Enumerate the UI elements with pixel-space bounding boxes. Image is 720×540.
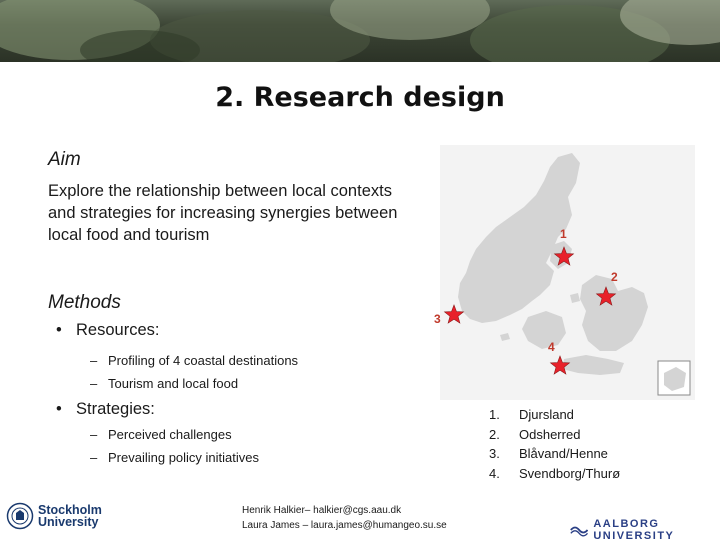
stockholm-university-logo: Stockholm University <box>6 502 102 530</box>
legend-name: Djursland <box>519 407 574 422</box>
denmark-map <box>440 145 695 400</box>
sub-item: – Profiling of 4 coastal destinations <box>90 353 298 368</box>
sub-item-text: Profiling of 4 coastal destinations <box>108 353 299 368</box>
aim-text: Explore the relationship between local c… <box>48 182 398 244</box>
methods-heading: Methods <box>48 292 121 313</box>
sub-item-text: Prevailing policy initiatives <box>108 450 260 465</box>
sub-item: – Tourism and local food <box>90 376 238 391</box>
contact-line-james: Laura James – laura.james@humangeo.su.se <box>242 520 447 531</box>
legend-item: 3. Blåvand/Henne <box>489 444 620 464</box>
dash-marker: – <box>90 427 98 442</box>
legend-item: 2. Odsherred <box>489 425 620 445</box>
legend-item: 1. Djursland <box>489 405 620 425</box>
bullet-dot: • <box>56 321 62 339</box>
sub-item-text: Tourism and local food <box>108 376 239 391</box>
legend-number: 1. <box>489 407 500 422</box>
aau-wave-icon <box>570 526 589 537</box>
aim-heading: Aim <box>48 149 81 170</box>
marker-label-1: 1 <box>560 227 567 241</box>
aau-logo-text: AALBORG UNIVERSITY <box>593 518 675 540</box>
dash-marker: – <box>90 450 98 465</box>
dash-marker: – <box>90 376 98 391</box>
bullet-label: Resources: <box>76 321 160 339</box>
legend-name: Blåvand/Henne <box>519 446 608 461</box>
legend-item: 4. Svendborg/Thurø <box>489 464 620 484</box>
slide-title: 2. Research design <box>215 82 505 113</box>
contact-footer: Henrik Halkier– halkier@cgs.aau.dk Laura… <box>242 503 447 533</box>
aalborg-university-logo: AALBORG UNIVERSITY <box>570 518 720 540</box>
legend-number: 3. <box>489 446 500 461</box>
sub-item: – Perceived challenges <box>90 427 232 442</box>
sub-item: – Prevailing policy initiatives <box>90 450 259 465</box>
map-legend: 1. Djursland 2. Odsherred 3. Blåvand/Henne … <box>489 405 620 483</box>
contact-line-halkier: Henrik Halkier– halkier@cgs.aau.dk <box>242 505 402 516</box>
legend-name: Svendborg/Thurø <box>519 465 621 481</box>
legend-number: 2. <box>489 426 500 442</box>
marker-label-3: 3 <box>434 312 441 326</box>
su-crest-icon <box>6 502 34 530</box>
marker-label-2: 2 <box>611 270 618 284</box>
su-logo-line2: University <box>38 515 99 529</box>
sub-item-text: Perceived challenges <box>108 427 232 442</box>
bullet-dot: • <box>56 400 62 418</box>
dash-marker: – <box>90 353 98 368</box>
bullet-resources: • Resources: <box>56 321 159 340</box>
header-banner-image <box>0 0 720 62</box>
legend-number: 4. <box>489 465 500 481</box>
bullet-label: Strategies: <box>76 400 155 418</box>
legend-name: Odsherred <box>519 426 581 442</box>
marker-label-4: 4 <box>548 340 555 354</box>
bullet-strategies: • Strategies: <box>56 400 155 419</box>
